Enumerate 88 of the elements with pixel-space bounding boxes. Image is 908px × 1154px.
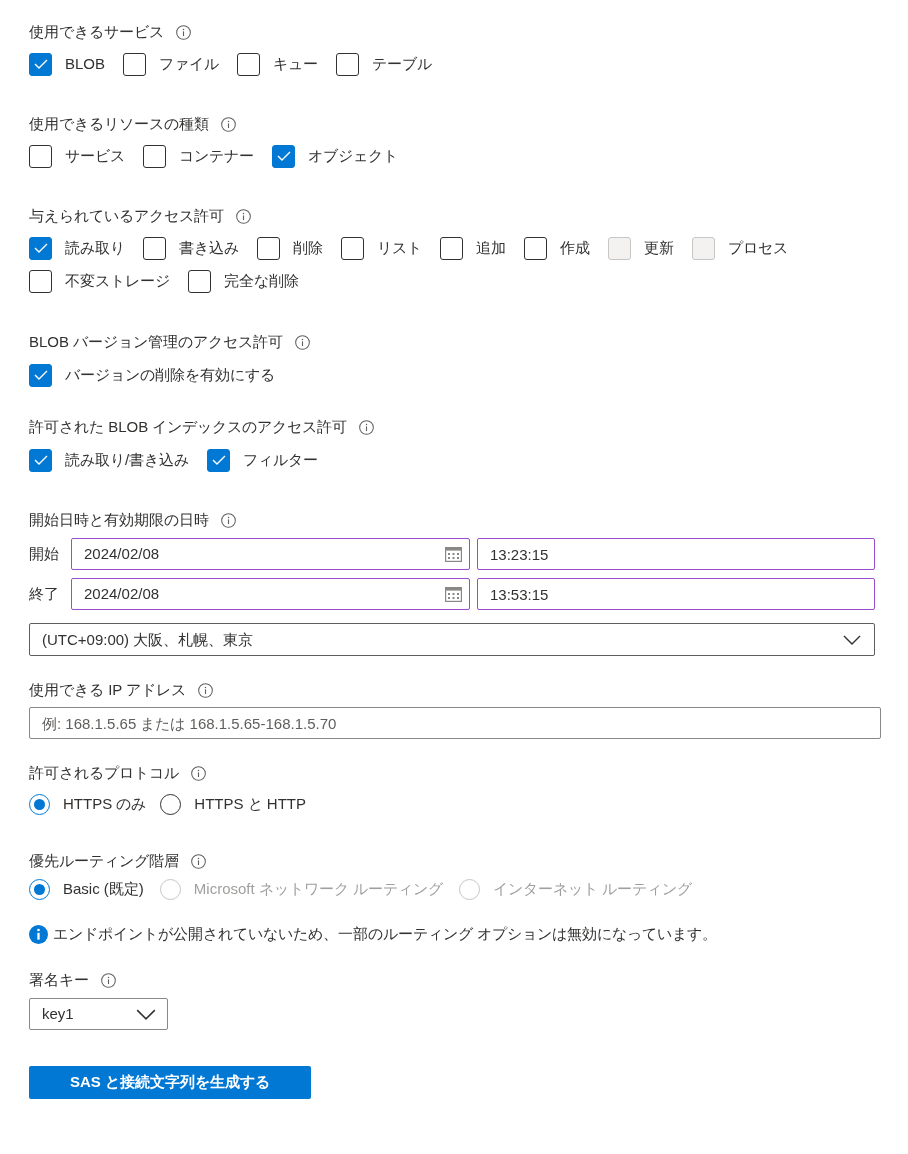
checkbox[interactable] [29,144,52,168]
section-label: 開始日時と有効期限の日時 [29,510,209,530]
checkbox-label: 読み取り [65,238,125,258]
radio-label: HTTPS のみ [63,794,147,814]
info-icon[interactable] [295,334,311,350]
checkbox[interactable] [29,52,52,76]
checkmark-icon [276,151,291,161]
checkbox[interactable] [272,144,295,168]
checkbox[interactable] [341,236,364,260]
chevron-down-icon [136,1008,156,1020]
checkmark-icon [33,455,48,465]
key-dropdown[interactable]: key1 [29,998,168,1030]
calendar-icon[interactable] [445,546,462,562]
info-icon[interactable] [221,512,236,528]
time-field[interactable]: 13:23:15 [477,538,875,570]
checkbox-label: コンテナー [179,146,254,166]
radio-label: Basic (既定) [63,879,144,899]
checkbox[interactable] [440,236,463,260]
checkbox-label: リスト [377,238,422,258]
checkmark-icon [33,370,48,380]
checkbox[interactable] [29,269,52,293]
checkbox-label: 追加 [476,238,506,258]
info-icon[interactable] [236,208,251,224]
info-icon[interactable] [176,24,191,40]
checkbox[interactable] [188,269,211,293]
checkbox-label: バージョンの削除を有効にする [65,365,275,385]
radio-label: Microsoft ネットワーク ルーティング [193,879,444,899]
checkbox-label: ファイル [159,54,220,74]
checkbox-label: 書き込み [179,238,239,258]
checkbox[interactable] [207,448,231,472]
checkbox[interactable] [29,363,52,387]
section-label: 使用できる IP アドレス [29,680,187,700]
checkbox[interactable] [524,236,547,260]
radio-label: インターネット ルーティング [493,879,693,899]
generate-button[interactable]: SAS と接続文字列を生成する [29,1066,311,1099]
checkbox[interactable] [29,236,52,260]
info-icon[interactable] [191,765,206,781]
info-icon [29,924,48,944]
info-icon[interactable] [359,419,375,435]
section-label: 許可された BLOB インデックスのアクセス許可 [29,417,348,437]
section-label: 署名キー [29,970,89,990]
section-label: 使用できるリソースの種類 [29,114,209,134]
checkbox-label: サービス [65,146,125,166]
checkbox[interactable] [29,448,52,472]
date-field[interactable]: 2024/02/08 [71,578,470,610]
section-label: BLOB バージョン管理のアクセス許可 [29,332,284,352]
checkbox-label: 読み取り/書き込み [65,450,190,470]
section-label: 許可されるプロトコル [29,763,179,783]
section-label: 優先ルーティング階層 [29,851,179,871]
checkbox-label: 作成 [560,238,590,258]
info-icon[interactable] [101,972,116,988]
ip-address-field[interactable]: 例: 168.1.5.65 または 168.1.5.65-168.1.5.70 [29,707,881,739]
info-icon[interactable] [191,853,206,869]
checkbox[interactable] [143,236,166,260]
section-label: 使用できるサービス [29,22,164,42]
checkbox-label: BLOB [65,54,106,74]
checkbox-label: 完全な削除 [224,271,299,291]
checkbox[interactable] [143,144,166,168]
checkbox[interactable] [123,52,147,76]
checkbox-label: フィルター [243,450,319,470]
radio-button[interactable] [29,878,50,900]
checkbox[interactable] [257,236,280,260]
checkbox-label: テーブル [372,54,433,74]
calendar-icon[interactable] [445,586,462,602]
checkmark-icon [211,455,226,465]
chevron-down-icon [843,634,861,645]
info-icon[interactable] [221,116,236,132]
field-label: 終了 [29,584,60,604]
checkbox-label: 更新 [644,238,674,258]
info-icon[interactable] [198,682,214,698]
date-field[interactable]: 2024/02/08 [71,538,470,570]
notice-text: エンドポイントが公開されていないため、一部のルーティング オプションは無効になっています。 [53,924,718,944]
time-field[interactable]: 13:53:15 [477,578,875,610]
radio-button[interactable] [160,793,182,815]
checkbox-label: 削除 [293,238,323,258]
checkbox-label: プロセス [728,238,788,258]
checkbox-label: キュー [273,54,319,74]
checkbox[interactable] [336,52,360,76]
checkbox-label: 不変ストレージ [65,271,170,291]
radio-label: HTTPS と HTTP [194,794,306,814]
field-label: 開始 [29,544,60,564]
checkbox-label: オブジェクト [308,146,398,166]
checkbox[interactable] [237,52,261,76]
checkmark-icon [33,243,48,253]
radio-button[interactable] [29,793,50,815]
checkmark-icon [33,59,48,69]
timezone-dropdown[interactable]: (UTC+09:00) 大阪、札幌、東京 [29,623,875,656]
section-label: 与えられているアクセス許可 [29,206,224,226]
